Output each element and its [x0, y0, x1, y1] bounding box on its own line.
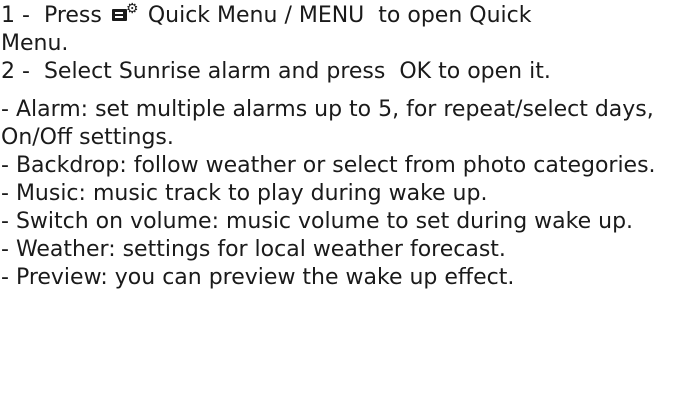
- option-backdrop: - Backdrop: follow weather or select fro…: [1, 152, 685, 180]
- step-2-select: Select: [43, 59, 112, 84]
- option-description: : you can preview the wake up effect.: [100, 265, 515, 290]
- instruction-steps: 1 - Press ⚙ Quick Menu / MENU to open Qu…: [1, 2, 685, 86]
- option-term: Switch on volume: [15, 209, 212, 234]
- ok-key-label: OK: [399, 59, 432, 84]
- option-music: - Music: music track to play during wake…: [1, 180, 685, 208]
- option-term: Weather: [15, 237, 109, 262]
- option-switch-on-volume: - Switch on volume: music volume to set …: [1, 208, 685, 236]
- step-1-number: 1 -: [1, 3, 30, 28]
- bullet-dash: -: [1, 237, 16, 262]
- bullet-dash: -: [1, 209, 16, 234]
- sunrise-alarm-label: Sunrise alarm: [118, 59, 271, 84]
- step-1: 1 - Press ⚙ Quick Menu / MENU to open Qu…: [1, 2, 685, 58]
- option-description: : settings for local weather forecast.: [108, 237, 506, 262]
- bullet-dash: -: [1, 153, 16, 178]
- bullet-dash: -: [1, 265, 16, 290]
- option-description: : music volume to set during wake up.: [211, 209, 634, 234]
- option-weather: - Weather: settings for local weather fo…: [1, 236, 685, 264]
- step-1-period: .: [61, 31, 69, 56]
- option-term: Alarm: [15, 97, 81, 122]
- step-2-number: 2 -: [1, 59, 30, 84]
- bullet-dash: -: [1, 181, 16, 206]
- option-term: Backdrop: [15, 153, 120, 178]
- bullet-dash: -: [1, 97, 16, 122]
- option-alarm: - Alarm: set multiple alarms up to 5, fo…: [1, 96, 685, 152]
- quick-menu-target-1: Quick: [469, 3, 532, 28]
- step-1-to-open: to open: [378, 3, 463, 28]
- quick-menu-icon: ⚙: [111, 2, 138, 23]
- option-description: : follow weather or select from photo ca…: [119, 153, 656, 178]
- manual-page: 1 - Press ⚙ Quick Menu / MENU to open Qu…: [0, 0, 685, 419]
- sunrise-alarm-options: - Alarm: set multiple alarms up to 5, fo…: [1, 96, 685, 292]
- option-term: Music: [15, 181, 79, 206]
- option-preview: - Preview: you can preview the wake up e…: [1, 264, 685, 292]
- option-term: Preview: [15, 265, 101, 290]
- option-description: : music track to play during wake up.: [78, 181, 488, 206]
- quick-menu-key-label: Quick Menu / MENU: [147, 3, 365, 28]
- step-2: 2 - Select Sunrise alarm and press OK to…: [1, 58, 685, 86]
- quick-menu-target-2: Menu: [1, 31, 62, 56]
- step-1-press: Press: [43, 3, 102, 28]
- step-2-and-press: and press: [277, 59, 386, 84]
- option-description: : set multiple alarms up to 5, for repea…: [1, 97, 654, 150]
- step-2-end: to open it.: [438, 59, 551, 84]
